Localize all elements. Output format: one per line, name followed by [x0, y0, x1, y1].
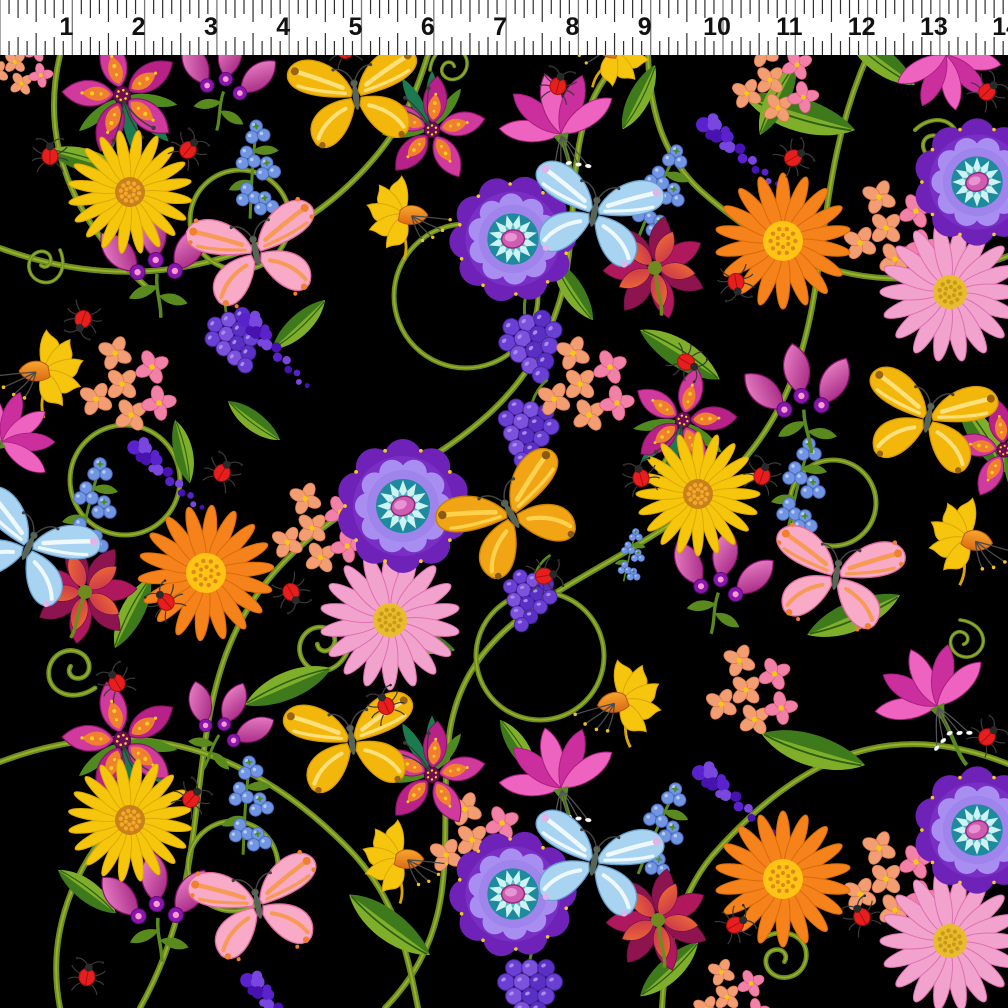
inch-ruler: 1234567891011121314	[0, 0, 1008, 55]
svg-text:14: 14	[992, 13, 1008, 41]
svg-text:11: 11	[776, 13, 803, 41]
svg-text:2: 2	[132, 13, 146, 41]
svg-text:3: 3	[204, 13, 218, 41]
svg-text:8: 8	[565, 13, 579, 41]
svg-text:7: 7	[493, 13, 507, 41]
svg-text:12: 12	[848, 13, 876, 41]
svg-text:10: 10	[703, 13, 731, 41]
fabric-swatch: 1234567891011121314	[0, 0, 1008, 1008]
svg-text:4: 4	[276, 13, 290, 41]
fabric-product-photo: 1234567891011121314	[0, 0, 1008, 1008]
svg-text:13: 13	[920, 13, 948, 41]
svg-text:6: 6	[421, 13, 435, 41]
svg-text:5: 5	[349, 13, 363, 41]
svg-text:9: 9	[638, 13, 652, 41]
svg-text:1: 1	[59, 13, 73, 41]
